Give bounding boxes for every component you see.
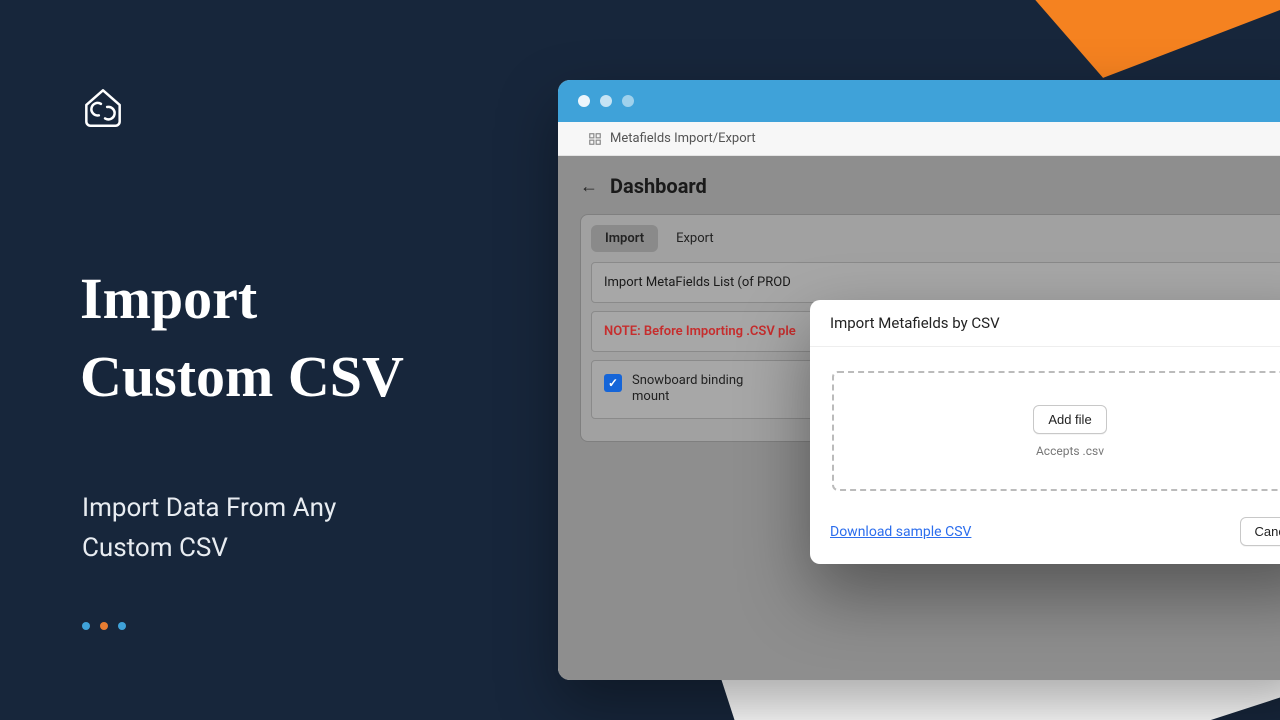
- subheadline: Import Data From Any Custom CSV: [82, 488, 336, 569]
- window-zoom-icon[interactable]: [622, 95, 634, 107]
- modal-body: Add file Accepts .csv: [810, 347, 1280, 505]
- breadcrumb: ← Dashboard: [580, 174, 1280, 198]
- headline-line-2: Custom CSV: [80, 338, 404, 416]
- tabs: Import Export: [591, 225, 1280, 252]
- dot-2[interactable]: [100, 622, 108, 630]
- accepts-hint: Accepts .csv: [1036, 444, 1104, 458]
- page-title: Dashboard: [610, 174, 707, 198]
- back-arrow-icon[interactable]: ←: [580, 176, 598, 197]
- app-header-title: Metafields Import/Export: [610, 131, 756, 146]
- promo-stage: Import Custom CSV Import Data From Any C…: [0, 0, 1280, 720]
- app-header-icon: [588, 132, 602, 146]
- file-dropzone[interactable]: Add file Accepts .csv: [832, 371, 1280, 491]
- download-sample-link[interactable]: Download sample CSV: [830, 524, 971, 540]
- carousel-dots: [82, 622, 126, 630]
- add-file-button[interactable]: Add file: [1033, 405, 1106, 434]
- import-csv-modal: Import Metafields by CSV Add file Accept…: [810, 300, 1280, 564]
- tab-import[interactable]: Import: [591, 225, 658, 252]
- modal-title: Import Metafields by CSV: [810, 300, 1280, 347]
- checkbox-checked-icon[interactable]: ✓: [604, 374, 622, 392]
- dot-3[interactable]: [118, 622, 126, 630]
- subheadline-line-2: Custom CSV: [82, 528, 336, 568]
- headline: Import Custom CSV: [80, 260, 404, 417]
- subheadline-line-1: Import Data From Any: [82, 488, 336, 528]
- modal-footer: Download sample CSV Cancel: [810, 505, 1280, 564]
- list-item-label: Snowboard binding mount: [632, 373, 782, 406]
- headline-line-1: Import: [80, 260, 404, 338]
- app-header: Metafields Import/Export: [558, 122, 1280, 156]
- window-close-icon[interactable]: [578, 95, 590, 107]
- tab-export[interactable]: Export: [662, 225, 728, 252]
- dot-1[interactable]: [82, 622, 90, 630]
- window-minimize-icon[interactable]: [600, 95, 612, 107]
- cancel-button[interactable]: Cancel: [1240, 517, 1280, 546]
- panel-list-header: Import MetaFields List (of PROD: [591, 262, 1280, 303]
- window-titlebar: [558, 80, 1280, 122]
- app-logo-icon: [78, 82, 128, 132]
